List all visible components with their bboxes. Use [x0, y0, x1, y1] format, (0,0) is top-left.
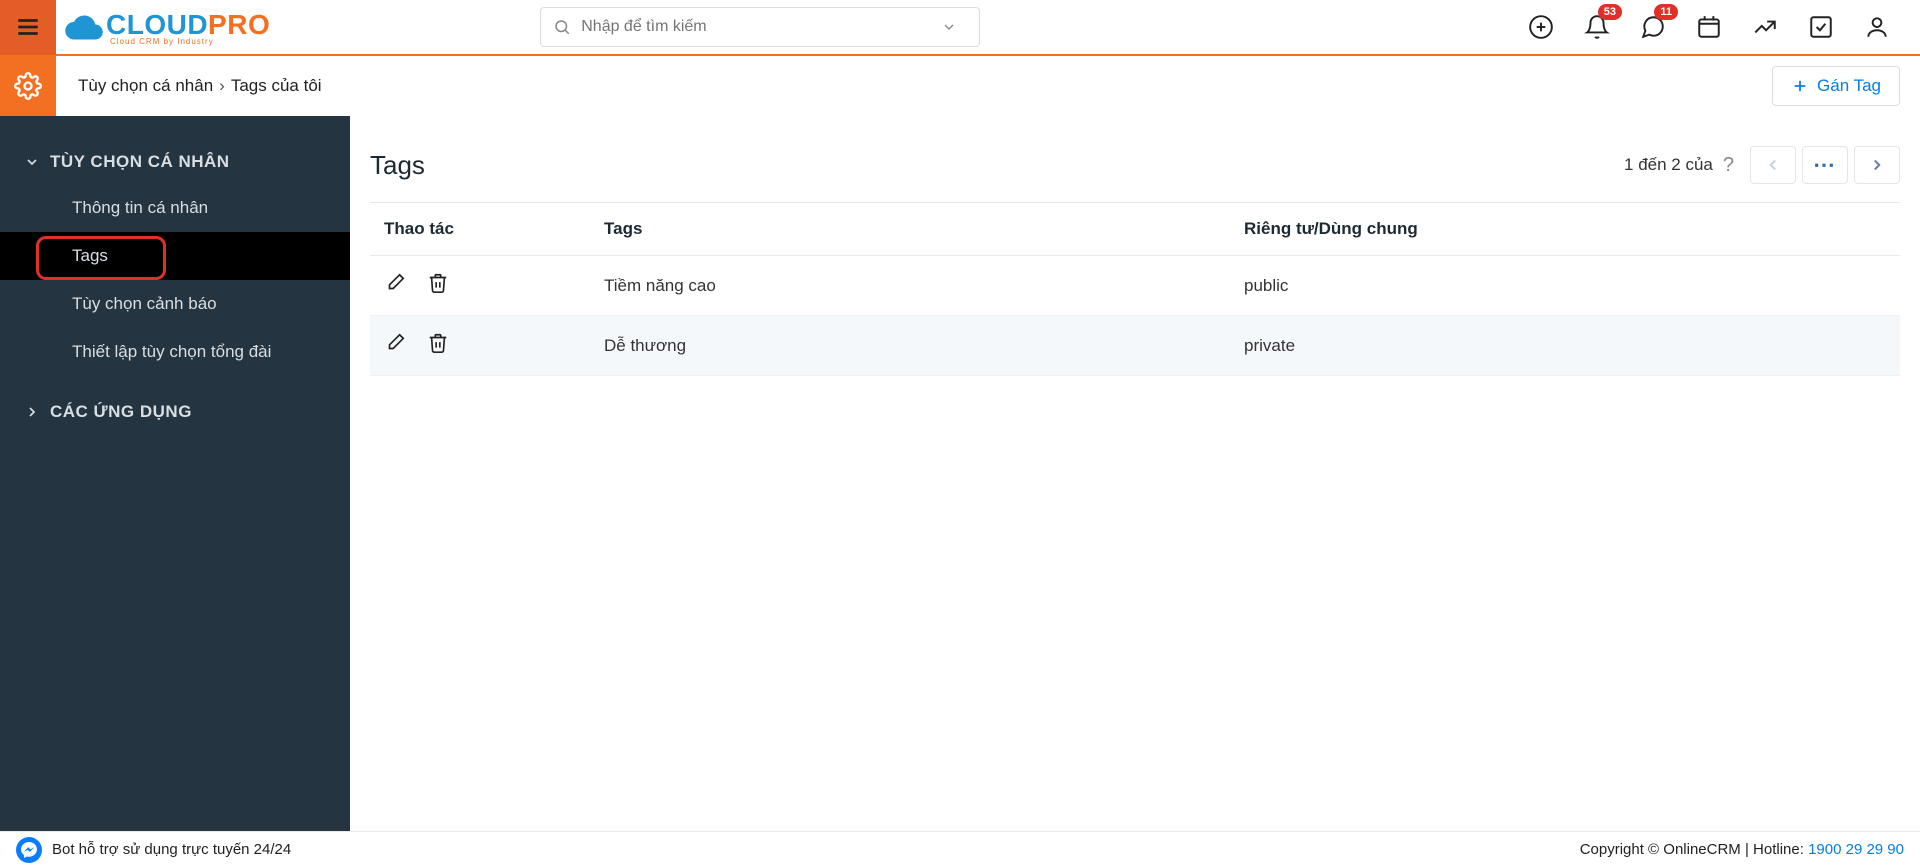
gear-icon	[14, 72, 42, 100]
pagination-unknown: ?	[1723, 154, 1734, 177]
content: Tags 1 đến 2 của ? ⋯ Thao tác	[350, 116, 1920, 831]
delete-icon[interactable]	[427, 272, 449, 294]
breadcrumb-1[interactable]: Tùy chọn cá nhân	[78, 76, 213, 96]
footer-right: Copyright © OnlineCRM | Hotline: 1900 29…	[1580, 841, 1904, 858]
edit-icon[interactable]	[384, 332, 406, 354]
pagination-text: 1 đến 2 của	[1624, 155, 1713, 175]
chevron-right-icon	[24, 404, 40, 420]
footer-copyright: Copyright © OnlineCRM	[1580, 841, 1741, 858]
hamburger-icon	[15, 14, 41, 40]
global-search[interactable]	[540, 7, 980, 47]
pagination-menu[interactable]: ⋯	[1802, 146, 1848, 184]
cell-visibility: public	[1230, 256, 1900, 316]
messages-button[interactable]: 11	[1638, 12, 1668, 42]
tags-table: Thao tác Tags Riêng tư/Dùng chung Tiềm n…	[370, 202, 1900, 376]
sidebar-item-label: Tags	[72, 246, 108, 265]
assign-tag-button[interactable]: Gán Tag	[1772, 66, 1900, 106]
cloud-icon	[64, 9, 104, 45]
page-title: Tags	[370, 150, 425, 181]
tasks-button[interactable]	[1806, 12, 1836, 42]
reports-button[interactable]	[1750, 12, 1780, 42]
sidebar-item-label: Tùy chọn cảnh báo	[72, 294, 217, 313]
pagination-prev[interactable]	[1750, 146, 1796, 184]
messages-badge: 11	[1654, 4, 1678, 20]
table-row: Dễ thương private	[370, 316, 1900, 376]
pagination-next[interactable]	[1854, 146, 1900, 184]
main-area: TÙY CHỌN CÁ NHÂN Thông tin cá nhân Tags …	[0, 116, 1920, 831]
chart-icon	[1752, 14, 1778, 40]
cell-visibility: private	[1230, 316, 1900, 376]
sidebar-item-profile[interactable]: Thông tin cá nhân	[0, 184, 350, 232]
plus-icon	[1791, 77, 1809, 95]
search-icon	[553, 18, 571, 36]
col-tag: Tags	[590, 203, 1230, 256]
cell-tag: Tiềm năng cao	[590, 256, 1230, 316]
table-row: Tiềm năng cao public	[370, 256, 1900, 316]
check-square-icon	[1808, 14, 1834, 40]
chevron-down-icon	[941, 19, 957, 35]
topbar: CLOUDPRO Cloud CRM by Industry 53 11	[0, 0, 1920, 56]
messenger-icon[interactable]	[16, 837, 42, 863]
sidebar-group-personal[interactable]: TÙY CHỌN CÁ NHÂN	[0, 140, 350, 184]
footer-hotline-label: Hotline:	[1753, 841, 1804, 858]
notifications-button[interactable]: 53	[1582, 12, 1612, 42]
chevron-down-icon	[24, 154, 40, 170]
sidebar-item-label: Thiết lập tùy chọn tổng đài	[72, 342, 271, 361]
sidebar-item-alerts[interactable]: Tùy chọn cảnh báo	[0, 280, 350, 328]
footer-hotline-number[interactable]: 1900 29 29 90	[1808, 841, 1904, 858]
cell-tag: Dễ thương	[590, 316, 1230, 376]
search-input[interactable]	[581, 18, 941, 36]
delete-icon[interactable]	[427, 332, 449, 354]
chevron-left-icon	[1764, 156, 1782, 174]
settings-button[interactable]	[0, 56, 56, 116]
pagination: 1 đến 2 của ? ⋯	[1624, 146, 1900, 184]
hamburger-button[interactable]	[0, 0, 56, 55]
notification-badge: 53	[1598, 4, 1622, 20]
assign-tag-label: Gán Tag	[1817, 76, 1881, 96]
col-actions: Thao tác	[370, 203, 590, 256]
sidebar-item-callcenter[interactable]: Thiết lập tùy chọn tổng đài	[0, 328, 350, 376]
logo[interactable]: CLOUDPRO Cloud CRM by Industry	[64, 9, 270, 46]
sidebar-group-apps[interactable]: CÁC ỨNG DỤNG	[0, 390, 350, 434]
profile-button[interactable]	[1862, 12, 1892, 42]
sidebar: TÙY CHỌN CÁ NHÂN Thông tin cá nhân Tags …	[0, 116, 350, 831]
col-visibility: Riêng tư/Dùng chung	[1230, 203, 1900, 256]
breadcrumb-separator: ›	[219, 76, 225, 96]
sidebar-group-label: CÁC ỨNG DỤNG	[50, 402, 192, 422]
footer: Bot hỗ trợ sử dụng trực tuyến 24/24 Copy…	[0, 831, 1920, 867]
chevron-right-icon	[1868, 156, 1886, 174]
sidebar-item-tags[interactable]: Tags	[0, 232, 350, 280]
quick-add-button[interactable]	[1526, 12, 1556, 42]
logo-text: CLOUDPRO	[106, 9, 270, 40]
calendar-button[interactable]	[1694, 12, 1724, 42]
edit-icon[interactable]	[384, 272, 406, 294]
footer-bot-text: Bot hỗ trợ sử dụng trực tuyến 24/24	[52, 841, 291, 858]
content-header: Tags 1 đến 2 của ? ⋯	[370, 146, 1900, 184]
secondary-bar: Tùy chọn cá nhân › Tags của tôi Gán Tag	[0, 56, 1920, 116]
sidebar-group-label: TÙY CHỌN CÁ NHÂN	[50, 152, 230, 172]
topbar-actions: 53 11	[1526, 12, 1920, 42]
calendar-icon	[1696, 14, 1722, 40]
breadcrumb-2: Tags của tôi	[231, 76, 322, 96]
breadcrumb: Tùy chọn cá nhân › Tags của tôi	[78, 76, 322, 96]
user-icon	[1864, 14, 1890, 40]
sidebar-item-label: Thông tin cá nhân	[72, 198, 208, 217]
plus-circle-icon	[1528, 14, 1554, 40]
